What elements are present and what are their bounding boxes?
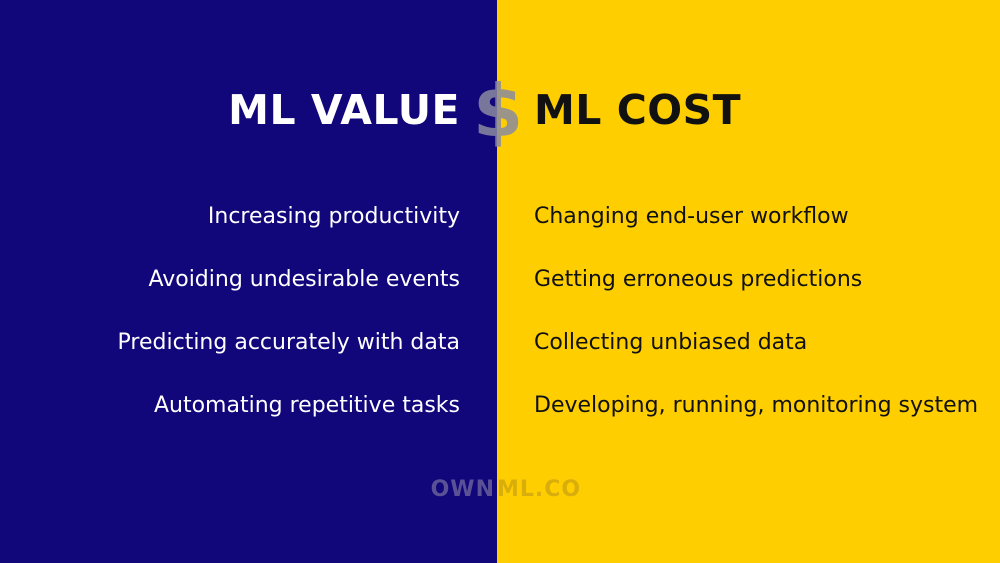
ml-cost-title: ML COST	[534, 86, 742, 134]
cost-item: Getting erroneous predictions	[534, 267, 863, 292]
cost-list: Changing end-user workflow Getting erron…	[534, 195, 978, 447]
value-item: Avoiding undesirable events	[148, 267, 460, 292]
brand-logo-left: OWN	[430, 477, 495, 502]
brand-logo-right: ML.CO	[497, 477, 582, 502]
value-item: Predicting accurately with data	[117, 330, 460, 355]
cost-item: Changing end-user workflow	[534, 204, 849, 229]
value-list: Increasing productivity Avoiding undesir…	[118, 195, 460, 447]
value-item: Automating repetitive tasks	[153, 393, 460, 418]
cost-item: Developing, running, monitoring system	[534, 393, 979, 418]
value-item: Increasing productivity	[207, 204, 460, 229]
ml-value-title: ML VALUE	[228, 86, 460, 134]
dollar-sign-icon: $	[473, 69, 524, 153]
cost-item: Collecting unbiased data	[534, 330, 808, 355]
